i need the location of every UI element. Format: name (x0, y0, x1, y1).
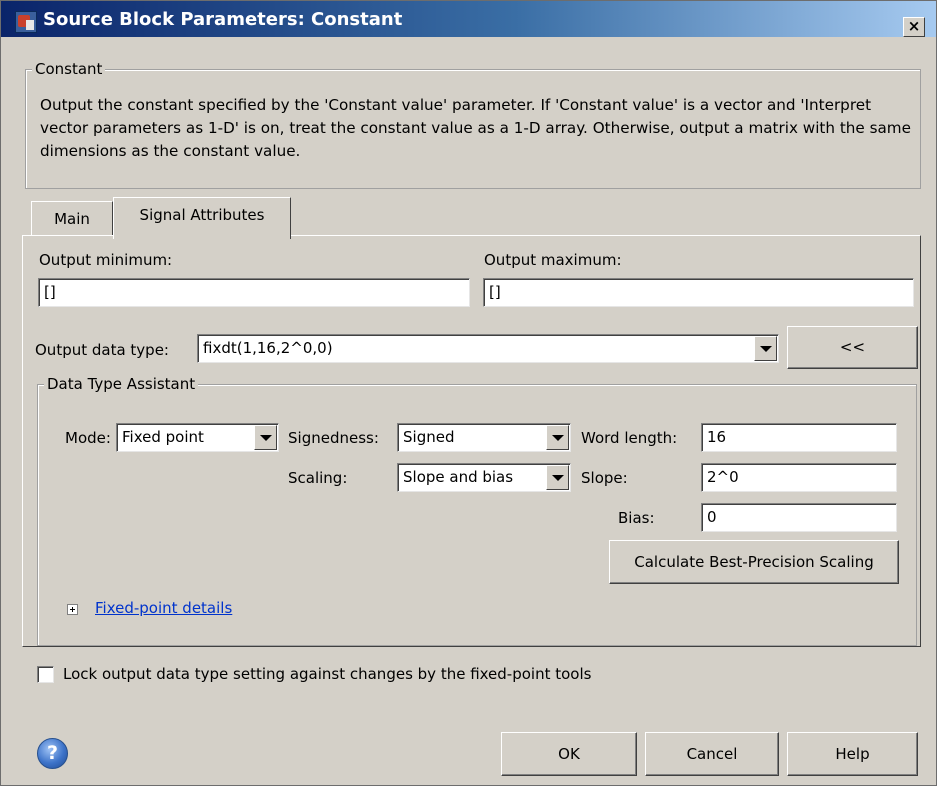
simulink-app-icon (15, 11, 37, 33)
chevron-down-icon[interactable] (254, 425, 277, 450)
data-type-assistant-legend: Data Type Assistant (44, 375, 199, 393)
lock-output-data-type-label[interactable]: Lock output data type setting against ch… (63, 665, 591, 683)
mode-value: Fixed point (122, 428, 204, 446)
output-data-type-select[interactable]: fixdt(1,16,2^0,0) (197, 334, 779, 363)
mode-label: Mode: (65, 429, 111, 447)
output-maximum-input[interactable]: [] (483, 278, 914, 307)
word-length-label: Word length: (581, 429, 678, 447)
window-title: Source Block Parameters: Constant (43, 9, 403, 30)
chevron-down-icon[interactable] (546, 425, 569, 450)
cancel-button[interactable]: Cancel (645, 732, 779, 776)
chevron-down-icon[interactable] (754, 336, 777, 361)
mode-select[interactable]: Fixed point (116, 423, 279, 452)
description-text: Output the constant specified by the 'Co… (40, 96, 911, 160)
help-question-icon[interactable]: ? (37, 738, 68, 769)
chevron-down-icon[interactable] (546, 465, 569, 490)
signedness-label: Signedness: (288, 429, 379, 447)
signedness-select[interactable]: Signed (397, 423, 571, 452)
app-icon-white-block (26, 20, 34, 30)
bias-label: Bias: (618, 509, 655, 527)
signedness-value: Signed (403, 428, 455, 446)
title-bar[interactable]: Source Block Parameters: Constant × (1, 1, 936, 37)
lock-output-data-type-checkbox[interactable] (37, 666, 54, 683)
expand-plus-icon[interactable] (67, 604, 78, 615)
word-length-input[interactable]: 16 (701, 423, 897, 452)
ok-button[interactable]: OK (501, 732, 637, 776)
description-legend: Constant (32, 60, 106, 78)
scaling-label: Scaling: (288, 469, 348, 487)
slope-input[interactable]: 2^0 (701, 463, 897, 492)
output-minimum-label: Output minimum: (39, 251, 173, 269)
close-button[interactable]: × (903, 17, 925, 37)
output-minimum-input[interactable]: [] (38, 278, 470, 307)
fixed-point-details-link[interactable]: Fixed-point details (95, 599, 232, 617)
output-data-type-value: fixdt(1,16,2^0,0) (203, 339, 333, 357)
help-button[interactable]: Help (787, 732, 918, 776)
slope-label: Slope: (581, 469, 628, 487)
description-group: Constant Output the constant specified b… (25, 60, 921, 189)
dialog-window: Source Block Parameters: Constant × Cons… (0, 0, 937, 786)
tab-signal-attributes[interactable]: Signal Attributes (113, 197, 291, 239)
scaling-select[interactable]: Slope and bias (397, 463, 571, 492)
output-data-type-label: Output data type: (35, 341, 169, 359)
tab-main[interactable]: Main (31, 201, 113, 237)
output-maximum-label: Output maximum: (484, 251, 622, 269)
toggle-assistant-button[interactable]: << (787, 326, 918, 369)
calculate-best-precision-button[interactable]: Calculate Best-Precision Scaling (609, 540, 899, 584)
bias-input[interactable]: 0 (701, 503, 897, 532)
scaling-value: Slope and bias (403, 468, 514, 486)
